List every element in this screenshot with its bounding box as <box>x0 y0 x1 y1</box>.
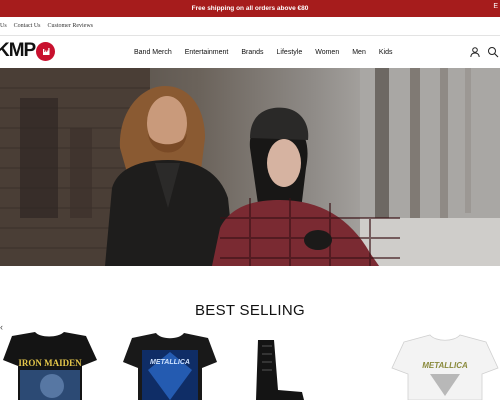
iron-maiden-print-text: IRON MAIDEN <box>18 358 82 368</box>
product-card[interactable]: IRON MAIDEN <box>0 330 100 400</box>
announcement-bar: Free shipping on all orders above €80 E <box>0 0 500 17</box>
black-boots-image <box>256 340 304 400</box>
hero-banner[interactable] <box>0 68 500 266</box>
search-icon[interactable] <box>487 46 499 58</box>
secondary-links: Us Contact Us Customer Reviews <box>0 19 100 33</box>
language-selector-fragment[interactable]: E <box>493 3 498 10</box>
nav-item-men[interactable]: Men <box>352 49 366 56</box>
metallica-white-tshirt-image: METALLICA <box>391 334 499 400</box>
customer-reviews-link[interactable]: Customer Reviews <box>48 23 94 29</box>
product-card[interactable]: METALLICA <box>120 330 220 400</box>
nav-item-entertainment[interactable]: Entertainment <box>185 49 229 56</box>
best-selling-carousel: IRON MAIDEN METALLICA METALLICA <box>0 330 500 400</box>
logo-text: KMP <box>0 40 36 61</box>
user-icon[interactable] <box>469 46 481 58</box>
product-card[interactable] <box>250 330 310 400</box>
nav-item-brands[interactable]: Brands <box>241 49 263 56</box>
iron-maiden-tshirt-image: IRON MAIDEN <box>3 332 97 400</box>
site-logo[interactable]: KMP <box>0 40 56 61</box>
nav-item-kids[interactable]: Kids <box>379 49 393 56</box>
metallica-print-text: METALLICA <box>150 359 190 366</box>
product-card[interactable]: METALLICA <box>390 330 500 400</box>
nav-item-lifestyle[interactable]: Lifestyle <box>277 49 303 56</box>
nav-item-band-merch[interactable]: Band Merch <box>134 49 172 56</box>
main-navigation: Band Merch Entertainment Brands Lifestyl… <box>134 46 405 58</box>
header-divider <box>0 35 500 36</box>
metallica-ride-the-lightning-tshirt-image: METALLICA <box>123 333 217 400</box>
about-us-link[interactable]: Us <box>0 23 7 29</box>
nav-item-women[interactable]: Women <box>315 49 339 56</box>
best-selling-title: BEST SELLING <box>194 302 306 319</box>
rock-hand-icon <box>36 41 56 61</box>
announcement-text: Free shipping on all orders above €80 <box>191 5 309 12</box>
hero-image <box>0 68 500 266</box>
metallica-white-print-text: METALLICA <box>422 361 468 370</box>
contact-us-link[interactable]: Contact Us <box>14 23 41 29</box>
